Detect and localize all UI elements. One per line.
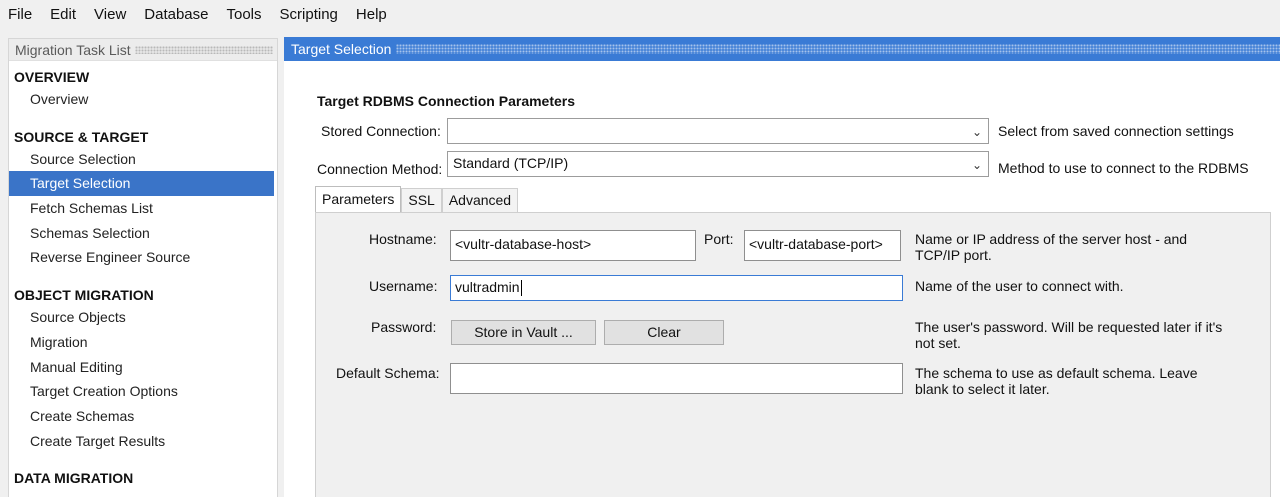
menu-help[interactable]: Help xyxy=(347,0,396,30)
task-item-source-selection[interactable]: Source Selection xyxy=(9,147,274,172)
default-schema-label: Default Schema: xyxy=(336,365,440,381)
store-in-vault-button[interactable]: Store in Vault ... xyxy=(451,320,596,345)
stored-connection-hint: Select from saved connection settings xyxy=(998,123,1234,139)
tab-parameters[interactable]: Parameters xyxy=(315,186,402,212)
task-item-fetch-schemas-list[interactable]: Fetch Schemas List xyxy=(9,196,274,221)
section-object-migration: OBJECT MIGRATION xyxy=(14,287,154,304)
port-input[interactable]: <vultr-database-port> xyxy=(744,230,901,261)
menu-scripting[interactable]: Scripting xyxy=(271,0,347,30)
migration-task-list-panel: Migration Task List OVERVIEW Overview SO… xyxy=(8,38,278,497)
hostname-label: Hostname: xyxy=(369,231,437,247)
header-grip xyxy=(134,45,273,54)
connection-params-title: Target RDBMS Connection Parameters xyxy=(317,93,576,109)
section-source-target: SOURCE & TARGET xyxy=(14,128,149,145)
task-list-title: Migration Task List xyxy=(15,41,131,58)
task-item-migration[interactable]: Migration xyxy=(9,330,274,355)
text-caret xyxy=(520,280,522,297)
section-data-migration: DATA MIGRATION xyxy=(14,470,134,487)
task-item-target-creation-options[interactable]: Target Creation Options xyxy=(9,379,274,404)
task-list: OVERVIEW Overview SOURCE & TARGET Source… xyxy=(9,61,277,488)
username-value: vultradmin xyxy=(455,279,520,295)
tab-advanced[interactable]: Advanced xyxy=(441,188,519,212)
menu-tools[interactable]: Tools xyxy=(218,0,271,30)
task-item-source-objects[interactable]: Source Objects xyxy=(9,305,274,330)
task-item-create-target-results[interactable]: Create Target Results xyxy=(9,429,274,454)
hostname-hint: Name or IP address of the server host - … xyxy=(915,231,1188,263)
clear-password-button[interactable]: Clear xyxy=(604,320,724,345)
chevron-down-icon: ⌄ xyxy=(971,158,982,172)
menu-edit[interactable]: Edit xyxy=(41,0,85,30)
connection-method-select[interactable]: Standard (TCP/IP) ⌄ xyxy=(447,151,989,177)
connection-method-hint: Method to use to connect to the RDBMS xyxy=(998,160,1249,176)
port-label: Port: xyxy=(704,231,734,247)
stored-connection-label: Stored Connection: xyxy=(321,123,441,139)
tab-ssl[interactable]: SSL xyxy=(401,188,442,212)
default-schema-hint: The schema to use as default schema. Lea… xyxy=(915,365,1198,397)
task-item-target-selection[interactable]: Target Selection xyxy=(9,171,274,197)
page-title: Target Selection xyxy=(291,41,392,57)
task-item-reverse-engineer-source[interactable]: Reverse Engineer Source xyxy=(9,245,274,270)
chevron-down-icon: ⌄ xyxy=(971,125,982,139)
task-list-header: Migration Task List xyxy=(9,39,277,61)
default-schema-input[interactable] xyxy=(450,363,903,394)
hostname-input[interactable]: <vultr-database-host> xyxy=(450,230,696,261)
target-selection-panel: Target Selection Target RDBMS Connection… xyxy=(284,37,1280,497)
connection-method-value: Standard (TCP/IP) xyxy=(453,155,569,171)
header-grip xyxy=(396,44,1280,54)
task-item-create-schemas[interactable]: Create Schemas xyxy=(9,404,274,429)
username-label: Username: xyxy=(369,278,438,294)
parameters-tab-content: Hostname: <vultr-database-host> Port: <v… xyxy=(315,212,1271,497)
task-item-schemas-selection[interactable]: Schemas Selection xyxy=(9,221,274,246)
username-hint: Name of the user to connect with. xyxy=(915,278,1124,294)
target-selection-header: Target Selection xyxy=(284,37,1280,61)
menu-file[interactable]: File xyxy=(0,0,41,30)
password-label: Password: xyxy=(371,319,437,335)
menu-view[interactable]: View xyxy=(85,0,135,30)
section-overview: OVERVIEW xyxy=(14,69,90,85)
stored-connection-select[interactable]: ⌄ xyxy=(447,118,989,144)
task-item-overview[interactable]: Overview xyxy=(9,87,274,112)
menu-bar: File Edit View Database Tools Scripting … xyxy=(0,0,1280,30)
password-hint: The user's password. Will be requested l… xyxy=(915,319,1223,351)
task-item-manual-editing[interactable]: Manual Editing xyxy=(9,355,274,380)
connection-tabs: Parameters SSL Advanced xyxy=(315,186,519,212)
connection-method-label: Connection Method: xyxy=(317,161,443,177)
username-input[interactable]: vultradmin xyxy=(450,275,903,301)
menu-database[interactable]: Database xyxy=(135,0,217,30)
